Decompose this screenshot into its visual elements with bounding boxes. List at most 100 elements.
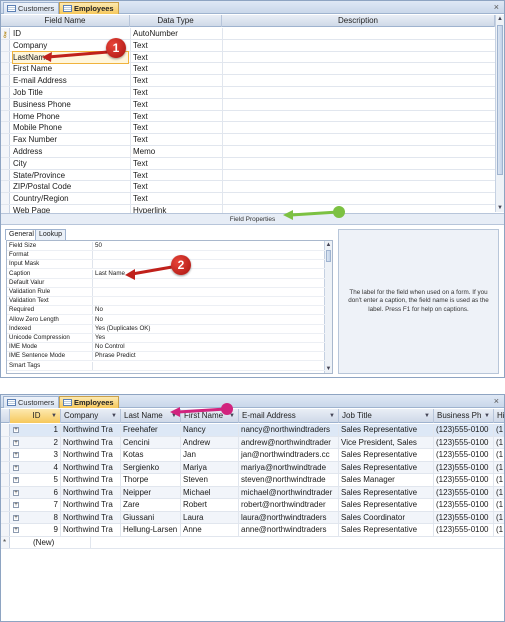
description-cell[interactable] (222, 205, 495, 213)
cell-first[interactable]: Laura (181, 511, 239, 523)
cell-phone[interactable]: (123)555-0100 (434, 436, 494, 448)
cell-job[interactable]: Vice President, Sales (339, 436, 434, 448)
data-type-cell[interactable]: Text (133, 122, 221, 133)
field-name-cell[interactable]: Business Phone (13, 99, 128, 110)
cell-job[interactable]: Sales Representative (339, 524, 434, 536)
cell-job[interactable]: Sales Manager (339, 474, 434, 486)
tab-employees[interactable]: Employees (59, 2, 119, 14)
data-type-cell[interactable]: Text (133, 63, 221, 74)
cell-first[interactable]: Andrew (181, 436, 239, 448)
field-row[interactable]: E-mail Address Text (1, 75, 495, 87)
property-value-field[interactable]: Last Name (92, 269, 324, 278)
field-name-cell[interactable]: Job Title (13, 87, 128, 98)
property-value-field[interactable]: Yes (Duplicates OK) (92, 324, 324, 333)
field-name-cell[interactable]: City (13, 158, 128, 169)
cell-company[interactable]: Northwind Tra (61, 449, 121, 461)
property-value-field[interactable] (92, 260, 324, 269)
field-name-cell[interactable]: ZIP/Postal Code (13, 181, 128, 192)
cell-last[interactable]: Zare (121, 499, 181, 511)
property-value-field[interactable]: Phrase Predict (92, 352, 324, 361)
cell-last[interactable]: Neipper (121, 486, 181, 498)
cell-last[interactable]: Freehafer (121, 424, 181, 436)
field-row[interactable]: Company Text (1, 39, 495, 52)
row-selector[interactable] (1, 499, 10, 511)
row-selector[interactable] (1, 51, 10, 63)
scrollbar-thumb[interactable] (497, 25, 503, 175)
column-header[interactable]: E-mail Address ▼ (239, 409, 339, 423)
description-cell[interactable] (222, 146, 495, 157)
field-row[interactable]: Mobile Phone Text (1, 122, 495, 135)
data-type-cell[interactable]: Text (133, 52, 221, 63)
data-type-cell[interactable]: Hyperlink (133, 205, 221, 213)
description-cell[interactable] (222, 98, 495, 110)
cell-last[interactable]: Kotas (121, 449, 181, 461)
cell-company[interactable]: Northwind Tra (61, 424, 121, 436)
property-value-field[interactable] (92, 297, 324, 306)
chevron-down-icon[interactable]: ▼ (51, 409, 57, 423)
cell-email[interactable]: mariya@northwindtrade (239, 461, 339, 473)
cell-email[interactable]: laura@northwindtraders (239, 511, 339, 523)
field-name-cell[interactable]: E-mail Address (13, 75, 128, 86)
row-selector[interactable] (1, 193, 10, 204)
cell-phone[interactable]: (123)555-0100 (434, 424, 494, 436)
table-row[interactable]: +2 Northwind Tra Cencini Andrew andrew@north… (1, 436, 504, 449)
cell-job[interactable]: Sales Representative (339, 449, 434, 461)
cell-job[interactable]: Sales Coordinator (339, 511, 434, 523)
description-cell[interactable] (222, 28, 495, 39)
cell-email[interactable]: anne@northwindtraders (239, 524, 339, 536)
table-row[interactable]: +3 Northwind Tra Kotas Jan jan@northwindtrad… (1, 449, 504, 462)
cell-first[interactable]: Steven (181, 474, 239, 486)
tab-lookup[interactable]: Lookup (35, 229, 66, 240)
cell-phone[interactable]: (123)555-0100 (434, 486, 494, 498)
field-row[interactable]: Web Page Hyperlink (1, 205, 495, 213)
close-icon[interactable]: × (494, 395, 499, 408)
cell-job[interactable]: Sales Representative (339, 486, 434, 498)
cell-home[interactable]: (1 (494, 512, 504, 524)
chevron-down-icon[interactable]: ▼ (171, 409, 177, 423)
row-selector[interactable] (1, 87, 10, 98)
cell-job[interactable]: Sales Representative (339, 424, 434, 436)
cell-home[interactable]: (1 (494, 524, 504, 536)
field-name-cell[interactable]: State/Province (13, 170, 128, 181)
data-type-cell[interactable]: Text (133, 40, 221, 51)
chevron-down-icon[interactable]: ▼ (424, 409, 430, 423)
column-header[interactable]: Company ▼ (61, 409, 121, 423)
column-header[interactable]: First Name ▼ (181, 409, 239, 423)
description-cell[interactable] (222, 39, 495, 51)
cell-last[interactable]: Hellung-Larsen (121, 524, 181, 536)
row-selector[interactable] (1, 181, 10, 193)
field-row[interactable]: City Text (1, 157, 495, 170)
field-name-cell[interactable]: First Name (13, 63, 128, 74)
design-grid-scrollbar[interactable]: ▲ ▼ (495, 15, 504, 212)
cell-company[interactable]: Northwind Tra (61, 474, 121, 486)
data-type-cell[interactable]: Text (133, 193, 221, 204)
cell-home[interactable]: (1 (494, 449, 504, 461)
cell-email[interactable]: nancy@northwindtraders (239, 424, 339, 436)
table-row[interactable]: +9 Northwind Tra Hellung-Larsen Anne anne@no… (1, 524, 504, 537)
property-value-field[interactable] (92, 361, 324, 370)
data-type-cell[interactable]: Text (133, 134, 221, 145)
cell-first[interactable]: Anne (181, 524, 239, 536)
description-cell[interactable] (222, 110, 495, 122)
table-row[interactable]: +4 Northwind Tra Sergienko Mariya mariya@nor… (1, 461, 504, 474)
cell-first[interactable]: Jan (181, 449, 239, 461)
cell-home[interactable]: (1 (494, 462, 504, 474)
cell-phone[interactable]: (123)555-0100 (434, 461, 494, 473)
cell-phone[interactable]: (123)555-0100 (434, 449, 494, 461)
row-selector[interactable] (1, 169, 10, 181)
table-row[interactable]: +5 Northwind Tra Thorpe Steven steven@northw… (1, 474, 504, 487)
field-name-cell[interactable]: Fax Number (13, 134, 128, 145)
close-icon[interactable]: × (494, 1, 499, 14)
row-selector[interactable] (1, 205, 10, 213)
cell-company[interactable]: Northwind Tra (61, 524, 121, 536)
row-selector[interactable] (1, 146, 10, 157)
description-cell[interactable] (222, 193, 495, 204)
description-cell[interactable] (222, 134, 495, 145)
chevron-down-icon[interactable]: ▼ (329, 409, 335, 423)
cell-last[interactable]: Sergienko (121, 461, 181, 473)
cell-id[interactable]: 3 (10, 449, 61, 461)
description-cell[interactable] (222, 181, 495, 193)
cell-id[interactable]: 1 (10, 424, 61, 436)
cell-id[interactable]: 5 (10, 474, 61, 486)
field-row[interactable]: LastName Text (1, 50, 495, 64)
